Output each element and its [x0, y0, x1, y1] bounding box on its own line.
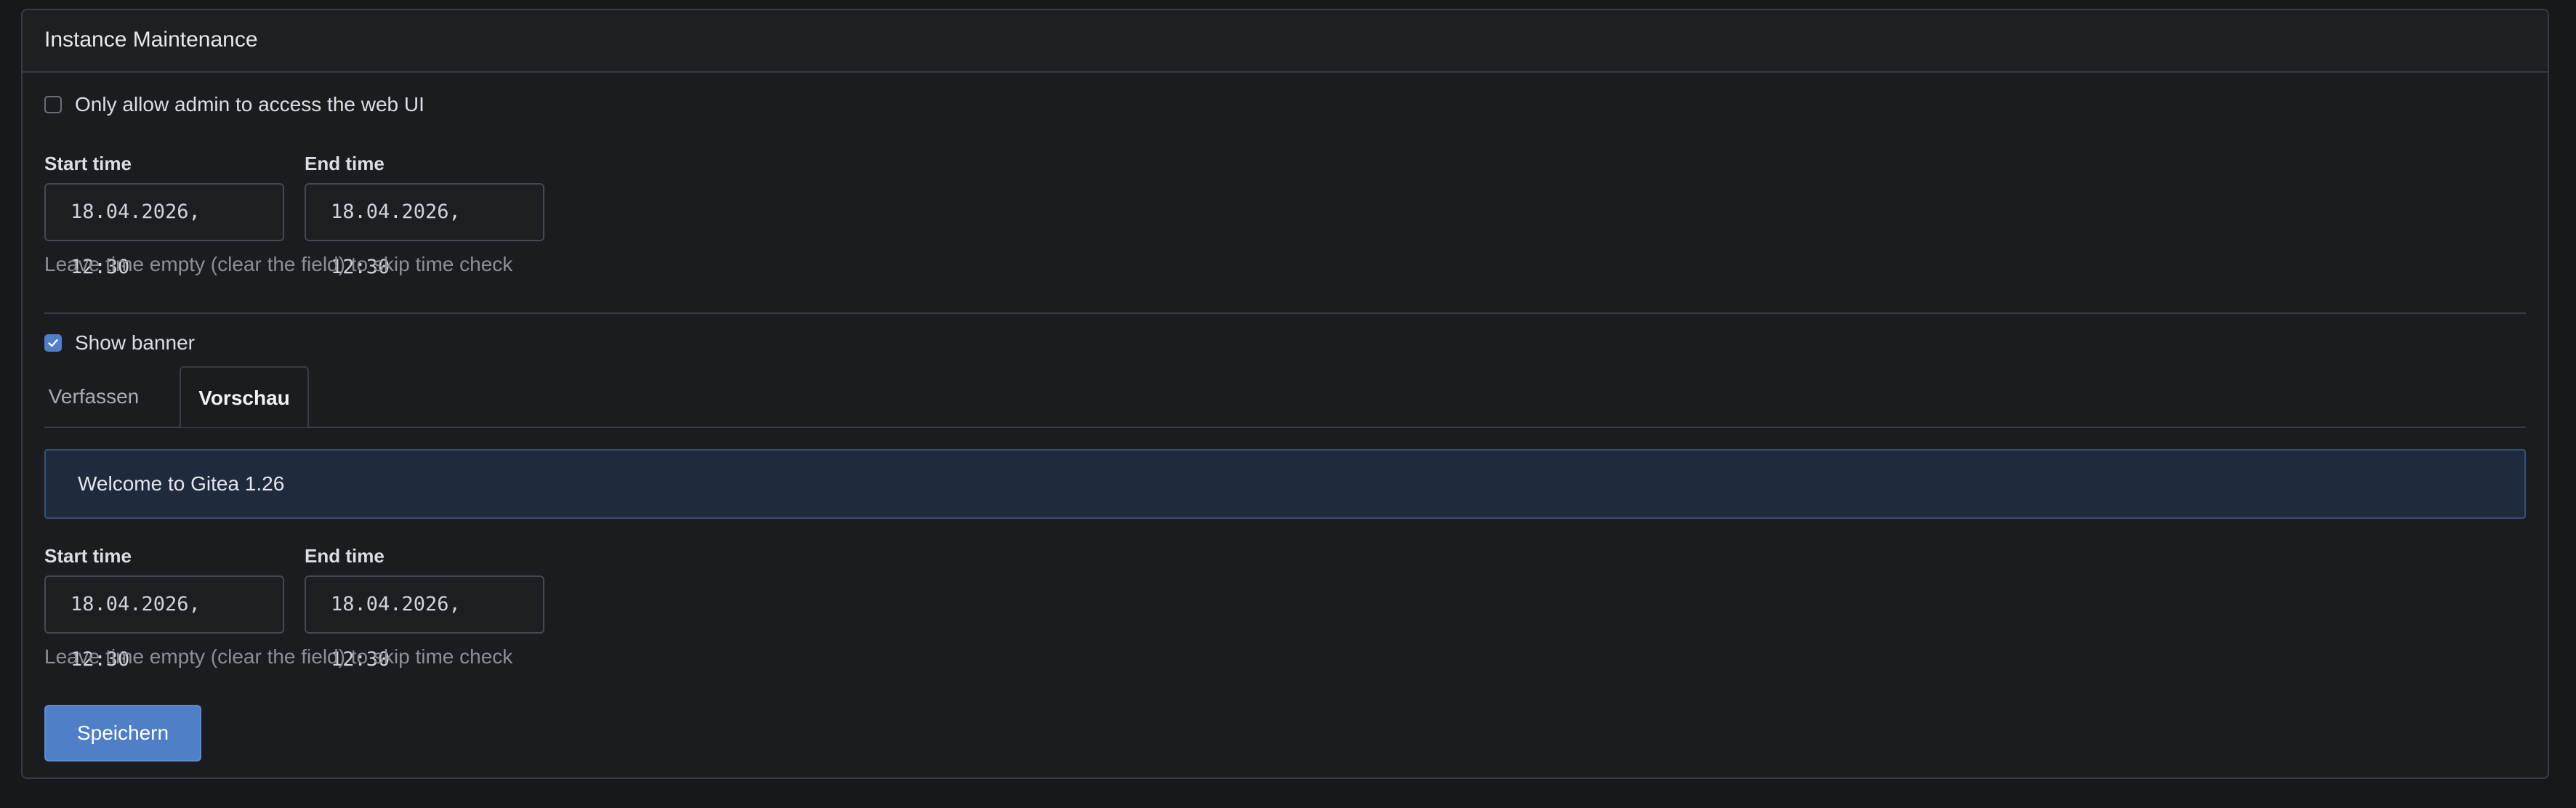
banner-end-time-input[interactable]: 18.04.2026, 12:30 [305, 575, 544, 671]
maintenance-panel: Instance Maintenance Only allow admin to… [21, 9, 2549, 779]
banner-time-help-text: Leave time empty (clear the field) to sk… [44, 645, 513, 668]
tab-verfassen[interactable]: Verfassen [44, 366, 143, 427]
time-help-text: Leave time empty (clear the field) to sk… [44, 253, 513, 275]
tab-vorschau[interactable]: Vorschau [180, 366, 309, 427]
start-time-label: Start time [44, 153, 132, 174]
start-time-input[interactable]: 18.04.2026, 12:30 [44, 183, 284, 278]
banner-end-time-label: End time [305, 545, 385, 567]
banner-preview-text: Welcome to Gitea 1.26 [78, 472, 285, 495]
banner-start-time-input[interactable]: 18.04.2026, 12:30 [44, 575, 284, 671]
checkmark-icon [48, 339, 58, 347]
end-time-input[interactable]: 18.04.2026, 12:30 [305, 183, 544, 278]
admin-only-checkbox[interactable] [44, 96, 62, 113]
panel-header: Instance Maintenance [23, 10, 2548, 73]
show-banner-label[interactable]: Show banner [75, 331, 195, 355]
save-button[interactable]: Speichern [44, 705, 201, 761]
panel-title: Instance Maintenance [44, 28, 258, 52]
section-divider [44, 312, 2526, 314]
banner-preview: Welcome to Gitea 1.26 [44, 449, 2526, 519]
banner-start-time-label: Start time [44, 545, 132, 567]
end-time-label: End time [305, 153, 385, 174]
tab-bar-line [44, 427, 2526, 428]
admin-only-label[interactable]: Only allow admin to access the web UI [75, 93, 424, 116]
show-banner-checkbox[interactable] [44, 334, 62, 352]
